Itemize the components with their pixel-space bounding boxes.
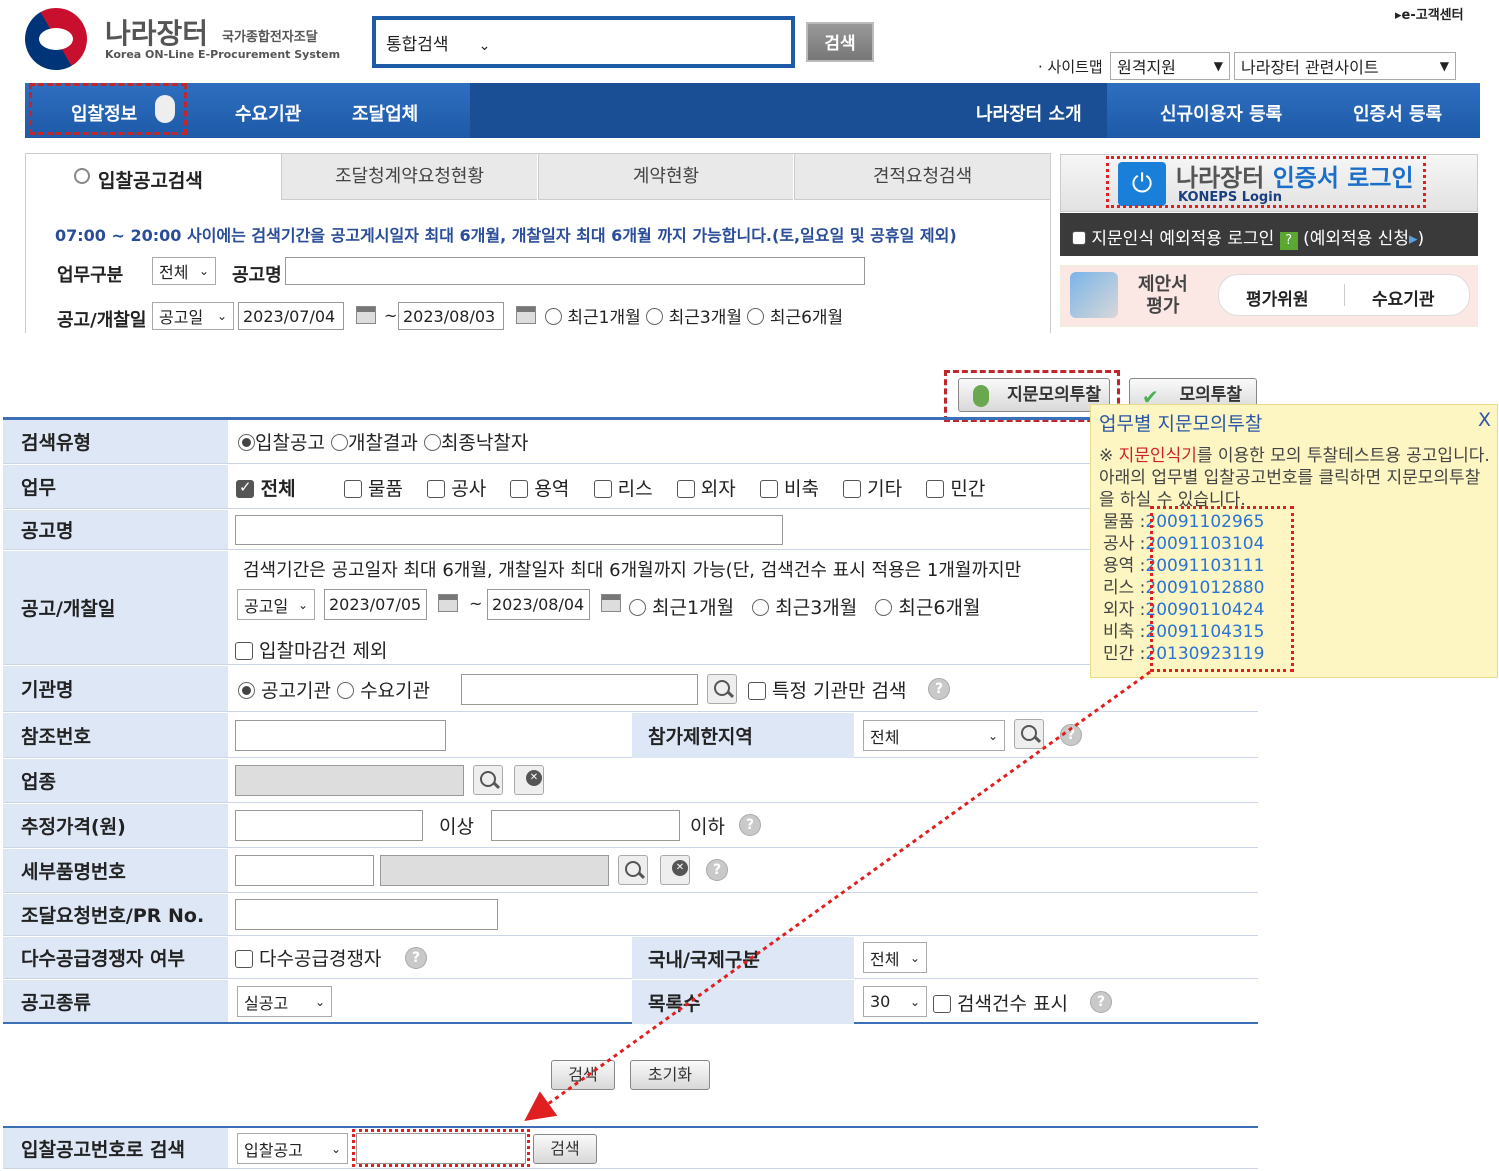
annotation-arrow-line xyxy=(524,670,1151,1121)
annotation-arrow xyxy=(524,670,1151,1121)
